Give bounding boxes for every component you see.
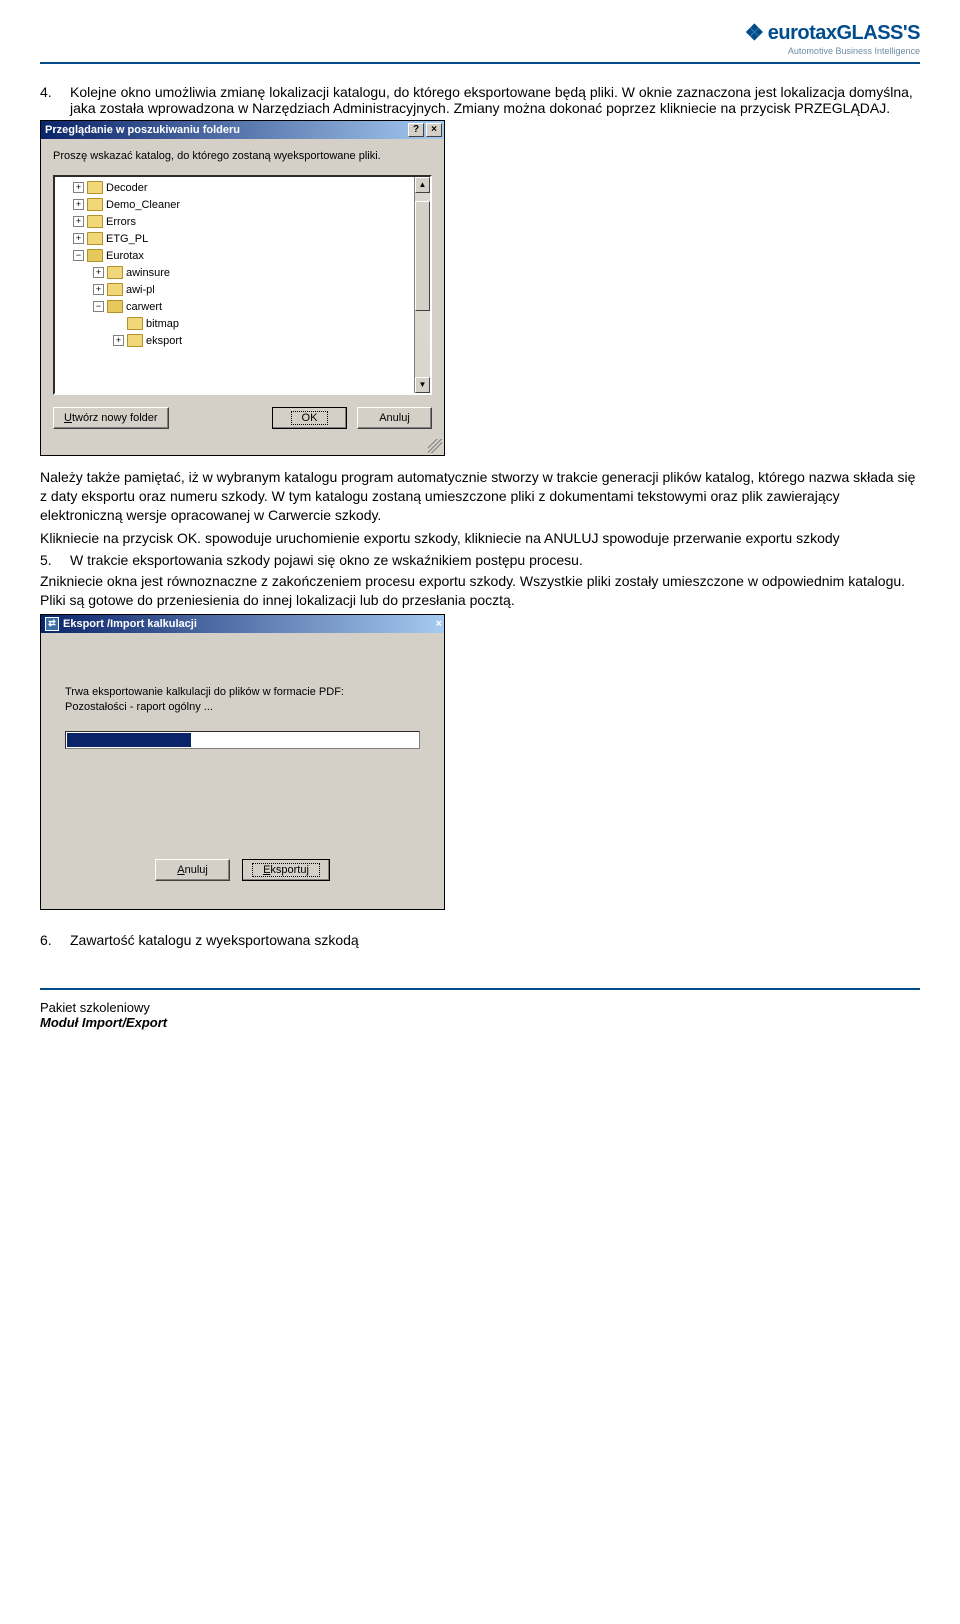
paragraph: Znikniecie okna jest równoznaczne z zako…	[40, 572, 920, 610]
dialog-titlebar[interactable]: ⇄ Eksport /Import kalkulacji ×	[41, 615, 444, 633]
footer: Pakiet szkoleniowy Moduł Import/Export	[40, 1000, 920, 1030]
tree-row[interactable]: + awi-pl	[55, 281, 414, 298]
list-text: Kolejne okno umożliwia zmianę lokalizacj…	[70, 84, 920, 116]
dialog-title: Przeglądanie w poszukiwaniu folderu	[45, 124, 240, 136]
logo-subtitle: Automotive Business Intelligence	[788, 46, 920, 56]
expand-icon[interactable]: +	[93, 267, 104, 278]
folder-icon	[107, 266, 123, 279]
browse-folder-dialog: Przeglądanie w poszukiwaniu folderu ? × …	[40, 120, 445, 456]
tree-label: Decoder	[106, 182, 148, 194]
list-number: 6.	[40, 932, 60, 948]
header-logo-bar: ❖ eurotaxGLASS'S Automotive Business Int…	[40, 20, 920, 56]
collapse-icon[interactable]: −	[93, 301, 104, 312]
tree-row[interactable]: + awinsure	[55, 264, 414, 281]
folder-icon	[127, 317, 143, 330]
footer-rule	[40, 988, 920, 990]
cancel-button[interactable]: Anuluj	[357, 407, 432, 429]
list-number: 4.	[40, 84, 60, 116]
cancel-button[interactable]: Anuluj	[155, 859, 230, 881]
list-number: 5.	[40, 552, 60, 568]
folder-icon	[87, 232, 103, 245]
progress-bar	[65, 731, 420, 749]
scroll-down-icon[interactable]: ▼	[415, 377, 430, 393]
scroll-up-icon[interactable]: ▲	[415, 177, 430, 193]
expand-icon[interactable]: +	[93, 284, 104, 295]
tree-row[interactable]: + Demo_Cleaner	[55, 196, 414, 213]
tree-row[interactable]: + eksport	[55, 332, 414, 349]
scrollbar[interactable]: ▲ ▼	[414, 177, 430, 393]
tree-row[interactable]: + ETG_PL	[55, 230, 414, 247]
progress-fill	[67, 733, 191, 747]
tree-label: Demo_Cleaner	[106, 199, 180, 211]
ok-button[interactable]: OK	[272, 407, 347, 429]
list-item-6: 6. Zawartość katalogu z wyeksportowana s…	[40, 932, 920, 948]
header-rule	[40, 62, 920, 64]
tree-label: ETG_PL	[106, 233, 148, 245]
list-text: W trakcie eksportowania szkody pojawi si…	[70, 552, 920, 568]
folder-icon	[87, 181, 103, 194]
folder-tree[interactable]: + Decoder + Demo_Cleaner + Errors	[53, 175, 432, 395]
export-status-line: Trwa eksportowanie kalkulacji do plików …	[65, 686, 420, 698]
tree-label: Eurotax	[106, 250, 144, 262]
expand-icon[interactable]: +	[73, 216, 84, 227]
new-folder-button[interactable]: Utwórz nowy folder	[53, 407, 169, 429]
tree-row[interactable]: − Eurotax	[55, 247, 414, 264]
close-button[interactable]: ×	[426, 123, 442, 137]
tree-label: eksport	[146, 335, 182, 347]
list-item-4: 4. Kolejne okno umożliwia zmianę lokaliz…	[40, 84, 920, 116]
tree-label: awinsure	[126, 267, 170, 279]
paragraph: Klikniecie na przycisk OK. spowoduje uru…	[40, 529, 920, 548]
dialog-title: Eksport /Import kalkulacji	[63, 618, 197, 630]
footer-line-2: Moduł Import/Export	[40, 1015, 920, 1030]
expand-icon[interactable]: +	[73, 233, 84, 244]
paragraph: Należy także pamiętać, iż w wybranym kat…	[40, 468, 920, 525]
logo-text: eurotaxGLASS'S	[768, 22, 920, 45]
resize-grip[interactable]	[41, 439, 444, 455]
tree-label: bitmap	[146, 318, 179, 330]
tree-row[interactable]: + Decoder	[55, 179, 414, 196]
tree-label: awi-pl	[126, 284, 155, 296]
grip-icon	[428, 439, 442, 453]
folder-icon	[87, 198, 103, 211]
expand-icon[interactable]: +	[113, 335, 124, 346]
list-text: Zawartość katalogu z wyeksportowana szko…	[70, 932, 920, 948]
app-icon: ⇄	[45, 617, 59, 631]
export-button[interactable]: Eksportuj	[242, 859, 330, 881]
logo-arrow-icon: ❖	[745, 20, 764, 46]
tree-row[interactable]: + Errors	[55, 213, 414, 230]
scroll-track[interactable]	[415, 193, 430, 377]
help-button[interactable]: ?	[408, 123, 424, 137]
scroll-thumb[interactable]	[415, 201, 430, 311]
tree-label: Errors	[106, 216, 136, 228]
dialog-message: Proszę wskazać katalog, do którego zosta…	[53, 149, 432, 163]
folder-icon	[87, 215, 103, 228]
expand-icon[interactable]: +	[73, 199, 84, 210]
collapse-icon[interactable]: −	[73, 250, 84, 261]
folder-open-icon	[87, 249, 103, 262]
logo: ❖ eurotaxGLASS'S Automotive Business Int…	[745, 20, 920, 56]
folder-icon	[127, 334, 143, 347]
folder-icon	[107, 283, 123, 296]
tree-row[interactable]: − carwert	[55, 298, 414, 315]
folder-open-icon	[107, 300, 123, 313]
list-item-5: 5. W trakcie eksportowania szkody pojawi…	[40, 552, 920, 568]
export-status-line: Pozostałości - raport ogólny ...	[65, 701, 420, 713]
tree-row[interactable]: bitmap	[55, 315, 414, 332]
close-button[interactable]: ×	[436, 618, 442, 630]
tree-label: carwert	[126, 301, 162, 313]
export-dialog: ⇄ Eksport /Import kalkulacji × Trwa eksp…	[40, 614, 445, 910]
footer-line-1: Pakiet szkoleniowy	[40, 1000, 920, 1015]
spacer	[113, 318, 124, 329]
dialog-titlebar[interactable]: Przeglądanie w poszukiwaniu folderu ? ×	[41, 121, 444, 139]
expand-icon[interactable]: +	[73, 182, 84, 193]
